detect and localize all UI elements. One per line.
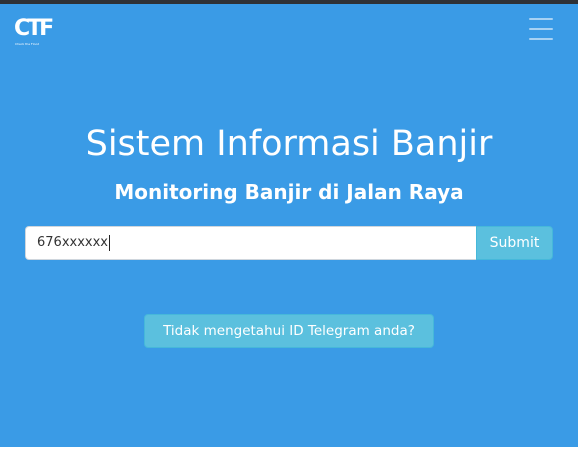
brand-logo[interactable]: CTF Check the Flood [14,16,54,49]
submit-button[interactable]: Submit [476,226,553,260]
telegram-id-input[interactable]: 676xxxxxx [25,226,476,260]
telegram-id-input-value: 676xxxxxx [37,235,108,250]
page-title: Sistem Informasi Banjir [85,124,493,164]
page-subtitle: Monitoring Banjir di Jalan Raya [114,180,464,204]
navbar-toggle-button[interactable] [524,18,558,40]
text-caret [108,235,110,251]
telegram-id-form: 676xxxxxx Submit [25,226,553,260]
hamburger-icon-bar [529,38,553,40]
logo-tagline: Check the Flood [15,42,40,46]
hamburger-icon-bar [529,28,553,30]
window-top-edge [0,0,578,4]
logo-mark: CTF [14,16,54,41]
unknown-telegram-id-button[interactable]: Tidak mengetahui ID Telegram anda? [144,314,434,348]
hamburger-icon [529,18,553,20]
window-bottom-edge [0,447,578,453]
